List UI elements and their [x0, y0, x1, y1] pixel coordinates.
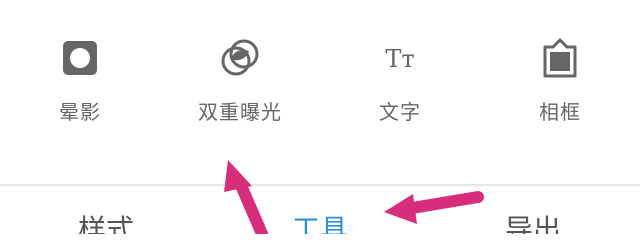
editor-panel: 晕影 双重曝光 Tт 文字 相框 样式 工具 导出 — [0, 0, 640, 234]
tool-double-exposure-label: 双重曝光 — [198, 100, 282, 124]
tool-frame[interactable]: 相框 — [480, 28, 640, 138]
tool-vignette-label: 晕影 — [59, 100, 101, 124]
tab-tools[interactable]: 工具 — [292, 208, 348, 234]
tool-vignette[interactable]: 晕影 — [0, 28, 160, 138]
text-icon-glyph: Tт — [385, 45, 414, 73]
tool-text[interactable]: Tт 文字 — [320, 28, 480, 138]
tool-frame-label: 相框 — [539, 100, 581, 124]
tab-style[interactable]: 样式 — [78, 208, 134, 234]
double-exposure-icon — [221, 39, 259, 76]
tab-export[interactable]: 导出 — [505, 208, 561, 234]
text-icon: Tт — [385, 45, 414, 73]
tools-row: 晕影 双重曝光 Tт 文字 相框 — [0, 0, 640, 184]
frame-icon — [543, 38, 577, 78]
bottom-tabs: 样式 工具 导出 — [0, 186, 640, 234]
tool-double-exposure[interactable]: 双重曝光 — [160, 28, 320, 138]
vignette-icon — [63, 41, 97, 75]
tool-text-label: 文字 — [379, 100, 421, 124]
